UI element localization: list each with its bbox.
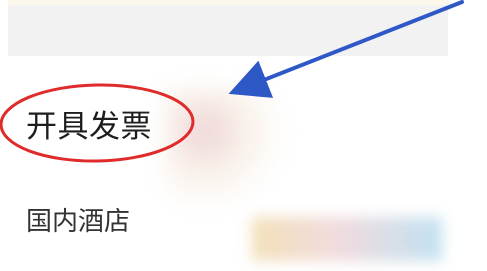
invoice-label: 开具发票	[26, 108, 152, 145]
top-band	[8, 0, 448, 56]
blurred-region	[165, 88, 290, 203]
invoice-option[interactable]: 开具发票	[26, 101, 152, 145]
domestic-hotel-option[interactable]: 国内酒店	[26, 199, 130, 239]
screen: 开具发票 国内酒店	[0, 0, 487, 271]
top-line	[8, 0, 448, 5]
blurred-bottom-region	[252, 217, 442, 261]
domestic-hotel-label: 国内酒店	[26, 206, 131, 237]
